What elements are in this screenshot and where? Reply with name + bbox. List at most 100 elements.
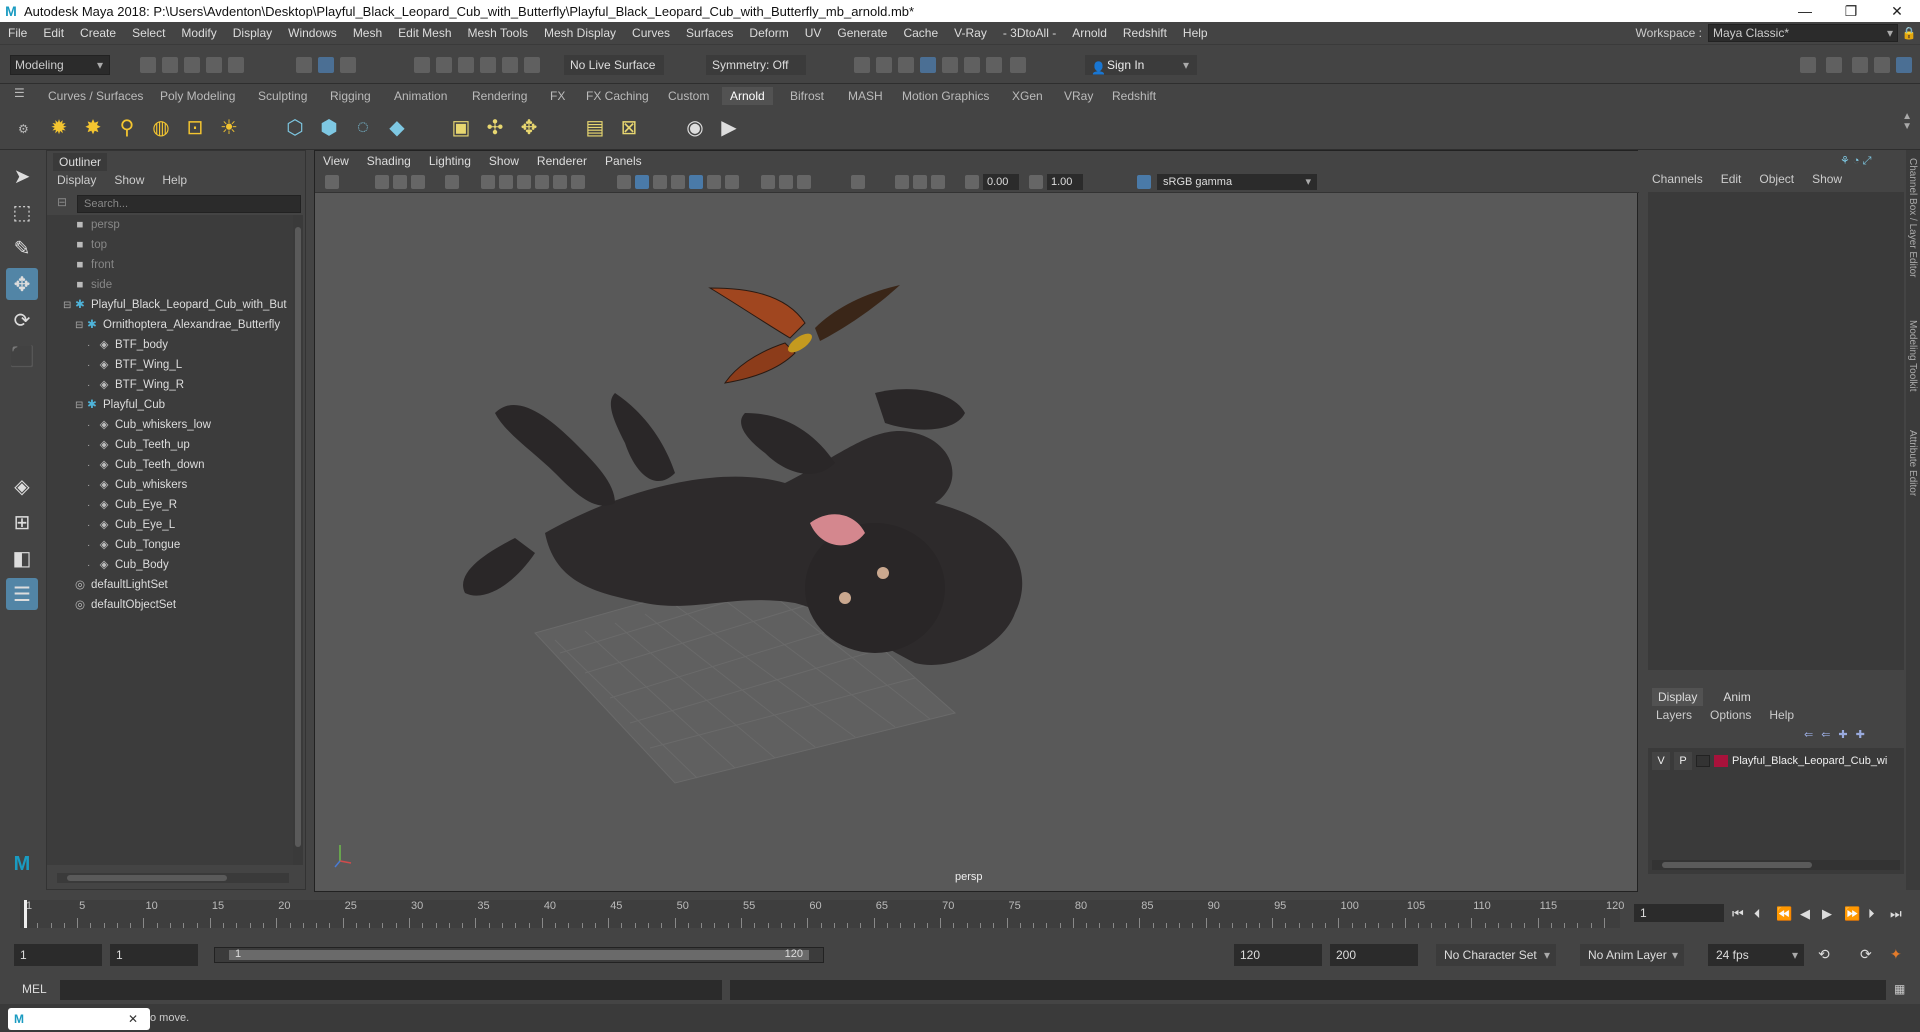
outliner-row[interactable]: · ◈ BTF_body bbox=[47, 335, 293, 355]
outliner-layout-icon[interactable]: ☰ bbox=[6, 578, 38, 610]
open-scene-icon[interactable] bbox=[162, 57, 178, 73]
smooth-shade-icon[interactable] bbox=[635, 175, 649, 189]
hypershade-icon[interactable] bbox=[942, 57, 958, 73]
menu-mesh-display[interactable]: Mesh Display bbox=[536, 26, 624, 40]
shelf-tab-sculpting[interactable]: Sculpting bbox=[250, 87, 315, 105]
mel-command-input[interactable] bbox=[60, 980, 722, 1000]
outliner-row[interactable]: ⊟ ✱ Playful_Black_Leopard_Cub_with_But bbox=[47, 295, 293, 315]
step-forward-frame-icon[interactable]: ⏩ bbox=[1844, 906, 1860, 922]
character-set-dropdown[interactable]: No Character Set bbox=[1436, 944, 1556, 966]
menu-edit-mesh[interactable]: Edit Mesh bbox=[390, 26, 459, 40]
shelf-tab-fx[interactable]: FX bbox=[542, 87, 573, 105]
photometric-light-icon[interactable]: ⚲ bbox=[112, 112, 142, 142]
shelf-tab-xgen[interactable]: XGen bbox=[1004, 87, 1051, 105]
outliner-row[interactable]: · ◈ Cub_Eye_L bbox=[47, 515, 293, 535]
menu-edit[interactable]: Edit bbox=[35, 26, 72, 40]
layer-help-menu[interactable]: Help bbox=[1769, 708, 1794, 722]
viewport-menu-panels[interactable]: Panels bbox=[597, 154, 650, 168]
gamma-icon[interactable] bbox=[1029, 175, 1043, 189]
snap-grid-icon[interactable] bbox=[414, 57, 430, 73]
grid-toggle-icon[interactable] bbox=[481, 175, 495, 189]
skydome-light-icon[interactable]: ◍ bbox=[146, 112, 176, 142]
menu-3dtoall[interactable]: - 3DtoAll - bbox=[995, 26, 1064, 40]
bookmarks-icon[interactable] bbox=[393, 175, 407, 189]
save-scene-icon[interactable] bbox=[184, 57, 200, 73]
go-to-end-icon[interactable]: ⏭ bbox=[1890, 906, 1902, 922]
field-chart-icon[interactable] bbox=[553, 175, 567, 189]
tx-manager-icon[interactable]: ▤ bbox=[580, 112, 610, 142]
redo-icon[interactable] bbox=[228, 57, 244, 73]
layer-visibility-toggle[interactable]: V bbox=[1652, 752, 1670, 770]
outliner-menu-help[interactable]: Help bbox=[162, 173, 187, 187]
object-menu[interactable]: Object bbox=[1759, 172, 1794, 186]
light-portal-icon[interactable]: ⊡ bbox=[180, 112, 210, 142]
shelf-tab-fx-caching[interactable]: FX Caching bbox=[578, 87, 657, 105]
menu-cache[interactable]: Cache bbox=[895, 26, 946, 40]
screen-space-ao-icon[interactable] bbox=[761, 175, 775, 189]
go-to-start-icon[interactable]: ⏮ bbox=[1732, 906, 1744, 922]
render-frame-icon[interactable] bbox=[876, 57, 892, 73]
camera-attributes-icon[interactable] bbox=[375, 175, 389, 189]
export-standin-icon[interactable]: ⬢ bbox=[314, 112, 344, 142]
layer-horizontal-scrollbar[interactable] bbox=[1652, 860, 1900, 870]
outliner-horizontal-scrollbar[interactable] bbox=[57, 873, 289, 883]
flush-all-caches-icon[interactable]: ✥ bbox=[514, 112, 544, 142]
menu-create[interactable]: Create bbox=[72, 26, 124, 40]
viewport-menu-renderer[interactable]: Renderer bbox=[529, 154, 595, 168]
paint-select-icon[interactable]: ✎ bbox=[6, 232, 38, 264]
shelf-tab-mash[interactable]: MASH bbox=[840, 87, 891, 105]
license-manager-icon[interactable]: ⊠ bbox=[614, 112, 644, 142]
menu-display[interactable]: Display bbox=[225, 26, 280, 40]
volume-icon[interactable]: ◌ bbox=[348, 112, 378, 142]
mesh-light-icon[interactable]: ✸ bbox=[78, 112, 108, 142]
shelf-tab-poly-modeling[interactable]: Poly Modeling bbox=[152, 87, 243, 105]
shelf-tab-rigging[interactable]: Rigging bbox=[322, 87, 379, 105]
shelf-menu-icon[interactable]: ☰ bbox=[14, 86, 25, 100]
outliner-row[interactable]: ■ top bbox=[47, 235, 293, 255]
shelf-tab-curves-surfaces[interactable]: Curves / Surfaces bbox=[40, 87, 151, 105]
four-view-layout-icon[interactable]: ⊞ bbox=[6, 506, 38, 538]
anim-preferences-icon[interactable]: ✦ bbox=[1890, 946, 1902, 963]
viewport-menu-show[interactable]: Show bbox=[481, 154, 527, 168]
color-space-dropdown[interactable]: sRGB gamma bbox=[1157, 174, 1317, 190]
range-slider-bar[interactable]: 1 120 bbox=[214, 947, 824, 963]
outliner-row[interactable]: · ◈ Cub_Body bbox=[47, 555, 293, 575]
shelf-tab-redshift[interactable]: Redshift bbox=[1104, 87, 1164, 105]
panel-options-icon[interactable]: ⚘ ◔ ⤢ bbox=[1840, 154, 1871, 168]
snap-curve-icon[interactable] bbox=[436, 57, 452, 73]
outliner-row[interactable]: ■ side bbox=[47, 275, 293, 295]
menu-arnold[interactable]: Arnold bbox=[1064, 26, 1115, 40]
side-tab-modeling-toolkit[interactable]: Modeling Toolkit bbox=[1907, 320, 1918, 392]
step-back-key-icon[interactable]: ⏴ bbox=[1754, 906, 1761, 922]
playback-end-field[interactable]: 120 bbox=[1234, 944, 1322, 966]
shelf-tab-arnold[interactable]: Arnold bbox=[722, 87, 773, 105]
close-button[interactable]: ✕ bbox=[1874, 0, 1920, 22]
snap-live-icon[interactable] bbox=[502, 57, 518, 73]
move-tool-icon[interactable]: ✥ bbox=[6, 268, 38, 300]
menu-set-dropdown[interactable]: Modeling bbox=[10, 55, 110, 75]
shadows-icon[interactable] bbox=[725, 175, 739, 189]
xray-joints-icon[interactable] bbox=[913, 175, 927, 189]
arnold-render-icon[interactable]: ▶ bbox=[714, 112, 744, 142]
backface-culling-icon[interactable] bbox=[931, 175, 945, 189]
outliner-row[interactable]: ◎ defaultLightSet bbox=[47, 575, 293, 595]
anim-layer-dropdown[interactable]: No Anim Layer bbox=[1580, 944, 1684, 966]
animation-start-field[interactable]: 1 bbox=[14, 944, 102, 966]
outliner-row[interactable]: · ◈ Cub_Eye_R bbox=[47, 495, 293, 515]
select-by-hierarchy-icon[interactable] bbox=[296, 57, 312, 73]
symmetry-dropdown[interactable]: Symmetry: Off bbox=[706, 55, 806, 75]
current-frame-field[interactable]: 1 bbox=[1634, 904, 1724, 922]
motion-blur-icon[interactable] bbox=[779, 175, 793, 189]
snap-projected-icon[interactable] bbox=[524, 57, 540, 73]
curve-collector-icon[interactable]: ◆ bbox=[382, 112, 412, 142]
render-settings-icon[interactable] bbox=[920, 57, 936, 73]
menu-windows[interactable]: Windows bbox=[280, 26, 345, 40]
modeling-toolkit-icon[interactable] bbox=[1800, 57, 1816, 73]
outliner-search-input[interactable]: Search... bbox=[77, 195, 301, 213]
ipr-render-icon[interactable] bbox=[898, 57, 914, 73]
lasso-tool-icon[interactable]: ⬚ bbox=[6, 196, 38, 228]
sign-in-button[interactable]: 👤 Sign In bbox=[1085, 55, 1197, 75]
outliner-row[interactable]: · ◈ Cub_Teeth_up bbox=[47, 435, 293, 455]
loop-icon[interactable]: ⟲ bbox=[1818, 946, 1830, 963]
outliner-row[interactable]: · ◈ Cub_Teeth_down bbox=[47, 455, 293, 475]
